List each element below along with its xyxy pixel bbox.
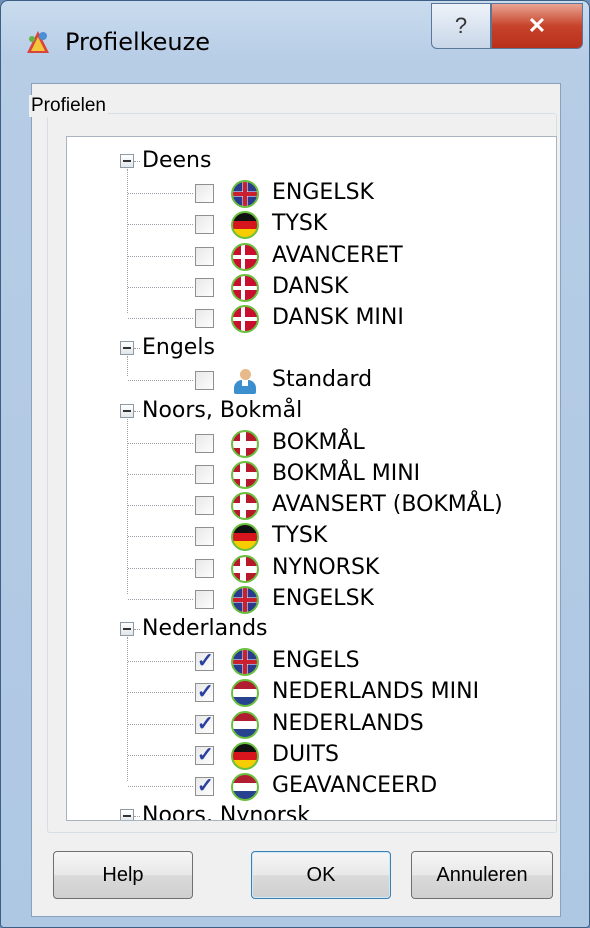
- profile-item-label[interactable]: TYSK: [272, 211, 327, 236]
- profile-checkbox[interactable]: [195, 773, 214, 798]
- flag-no-icon: [231, 429, 259, 458]
- profile-checkbox[interactable]: [195, 527, 214, 547]
- group-label-0[interactable]: Deens: [142, 148, 211, 173]
- dialog-window: Profielkeuze ? ✕ Profielen Deens ENGELSK T…: [0, 0, 590, 928]
- profile-checkbox[interactable]: [195, 648, 214, 673]
- tree-connector: [128, 474, 193, 475]
- ok-button[interactable]: OK: [251, 851, 391, 899]
- profile-checkbox[interactable]: [195, 679, 214, 704]
- profile-item-label[interactable]: Standard: [272, 367, 372, 392]
- flag-no-icon: [231, 554, 259, 583]
- expander-icon[interactable]: [120, 809, 134, 820]
- tree-connector: [128, 442, 193, 444]
- tree-connector: [134, 161, 140, 162]
- group-label-1[interactable]: Engels: [142, 335, 215, 360]
- profile-checkbox[interactable]: [195, 371, 214, 391]
- flag-uk-icon: [231, 180, 259, 209]
- tree-connector: [134, 348, 140, 350]
- tree-connector: [128, 786, 193, 787]
- tree-connector: [128, 661, 193, 663]
- tree-connector: [128, 318, 193, 319]
- profile-checkbox[interactable]: [195, 433, 214, 453]
- profile-item-label[interactable]: ENGELSK: [272, 180, 374, 205]
- profile-item-label[interactable]: ENGELSK: [272, 586, 374, 611]
- profile-item-label[interactable]: AVANSERT (BOKMÅL): [272, 492, 503, 517]
- flag-de-icon: [231, 741, 259, 770]
- profile-checkbox[interactable]: [195, 309, 214, 328]
- group-label-2[interactable]: Noors, Bokmål: [142, 398, 302, 423]
- profile-checkbox[interactable]: [195, 465, 214, 484]
- profile-item-label[interactable]: DUITS: [272, 742, 339, 767]
- flag-de-icon: [231, 523, 259, 552]
- cancel-button[interactable]: Annuleren: [411, 851, 553, 899]
- tree-connector: [128, 380, 193, 382]
- profile-checkbox[interactable]: [195, 589, 214, 609]
- profile-tree[interactable]: Deens ENGELSK TYSK AVANCERET DANSK DANSK MINI…: [66, 136, 557, 821]
- flag-no-icon: [231, 461, 259, 489]
- close-icon[interactable]: ✕: [491, 3, 583, 49]
- flag-dk-icon: [231, 305, 259, 333]
- tree-connector: [128, 567, 193, 569]
- tree-connector: [128, 598, 193, 600]
- flag-uk-icon: [231, 585, 259, 614]
- flag-dk-icon: [231, 242, 259, 271]
- flag-nl-icon: [231, 773, 259, 801]
- title-bar[interactable]: Profielkeuze ? ✕: [1, 1, 589, 83]
- profile-checkbox[interactable]: [195, 184, 214, 204]
- flag-dk-icon: [231, 273, 259, 302]
- profile-item-label[interactable]: DANSK MINI: [272, 305, 404, 330]
- profile-checkbox[interactable]: [195, 711, 214, 736]
- profile-item-label[interactable]: DANSK: [272, 274, 348, 299]
- tree-connector: [128, 754, 193, 756]
- tree-connector: [134, 410, 140, 412]
- profile-item-label[interactable]: TYSK: [272, 523, 327, 548]
- tree-connector: [134, 629, 140, 630]
- profile-item-label[interactable]: BOKMÅL MINI: [272, 461, 420, 486]
- profile-checkbox[interactable]: [195, 742, 214, 767]
- help-icon[interactable]: ?: [431, 3, 491, 49]
- window-title: Profielkeuze: [65, 28, 211, 56]
- expander-icon[interactable]: [120, 341, 134, 356]
- flag-nl-icon: [231, 710, 259, 739]
- flag-de-icon: [231, 211, 259, 240]
- group-label-4[interactable]: Noors, Nynorsk: [142, 803, 310, 820]
- tree-connector: [128, 536, 193, 538]
- tree-connector: [128, 255, 193, 257]
- profile-item-label[interactable]: NEDERLANDS: [272, 711, 424, 736]
- profile-checkbox[interactable]: [195, 277, 214, 297]
- tree-connector: [128, 286, 193, 288]
- tree-connector: [127, 356, 128, 376]
- profile-item-label[interactable]: ENGELS: [272, 648, 360, 673]
- app-icon: [27, 31, 49, 53]
- tree-connector: [128, 505, 193, 507]
- expander-icon[interactable]: [120, 622, 134, 636]
- flag-nl-icon: [231, 679, 259, 708]
- expander-icon[interactable]: [120, 403, 134, 418]
- flag-uk-icon: [231, 648, 259, 677]
- profile-checkbox[interactable]: [195, 246, 214, 266]
- profile-item-label[interactable]: NEDERLANDS MINI: [272, 679, 479, 704]
- flag-no-icon: [231, 492, 259, 521]
- group-label: Profielen: [29, 95, 108, 117]
- tree-connector: [134, 816, 140, 818]
- profile-item-label[interactable]: GEAVANCEERD: [272, 773, 437, 798]
- tree-connector: [128, 723, 193, 725]
- group-label-3[interactable]: Nederlands: [142, 616, 268, 641]
- profile-item-label[interactable]: AVANCERET: [272, 243, 403, 268]
- tree-connector: [127, 169, 128, 314]
- tree-connector: [128, 692, 193, 694]
- profile-checkbox[interactable]: [195, 558, 214, 578]
- tree-connector: [128, 193, 193, 195]
- user-icon: [231, 367, 259, 395]
- tree-connector: [127, 637, 128, 782]
- profile-item-label[interactable]: NYNORSK: [272, 555, 379, 580]
- help-button[interactable]: Help: [53, 851, 193, 899]
- expander-icon[interactable]: [120, 154, 134, 168]
- profile-item-label[interactable]: BOKMÅL: [272, 430, 365, 455]
- tree-connector: [128, 224, 193, 226]
- profile-checkbox[interactable]: [195, 496, 214, 516]
- profile-checkbox[interactable]: [195, 215, 214, 235]
